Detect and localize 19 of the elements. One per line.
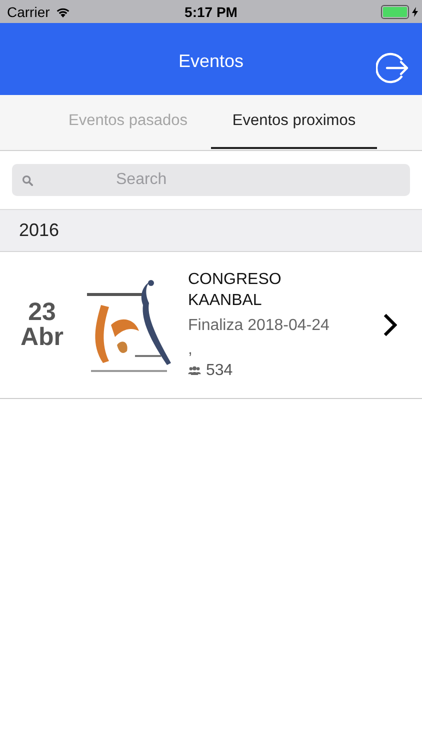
search-field[interactable]: Search	[12, 164, 410, 196]
people-icon	[188, 366, 201, 375]
charging-icon	[412, 6, 418, 16]
event-month: Abr	[20, 325, 64, 350]
clock-time: 5:17 PM	[184, 4, 238, 20]
event-location: ,	[188, 342, 192, 356]
event-end-date: Finaliza 2018-04-24	[188, 316, 330, 334]
chevron-icon	[383, 313, 397, 337]
event-day: 23	[28, 300, 56, 325]
wifi-icon	[54, 6, 71, 18]
tab[interactable]: Eventos proximos	[211, 95, 377, 149]
screen-title: Eventos	[178, 50, 244, 72]
battery-icon	[381, 4, 409, 18]
carrier-label: Carrier	[7, 4, 50, 20]
logout-icon[interactable]	[376, 51, 410, 85]
section-header: 2016	[0, 210, 422, 252]
attendee-count: 534	[206, 362, 233, 380]
event-title: CONGRESO KAANBAL	[188, 270, 282, 310]
event-row[interactable]: 23 Abr CONGRESO KAANBAL Finaliza 2018-04-24 , 534	[0, 252, 422, 399]
